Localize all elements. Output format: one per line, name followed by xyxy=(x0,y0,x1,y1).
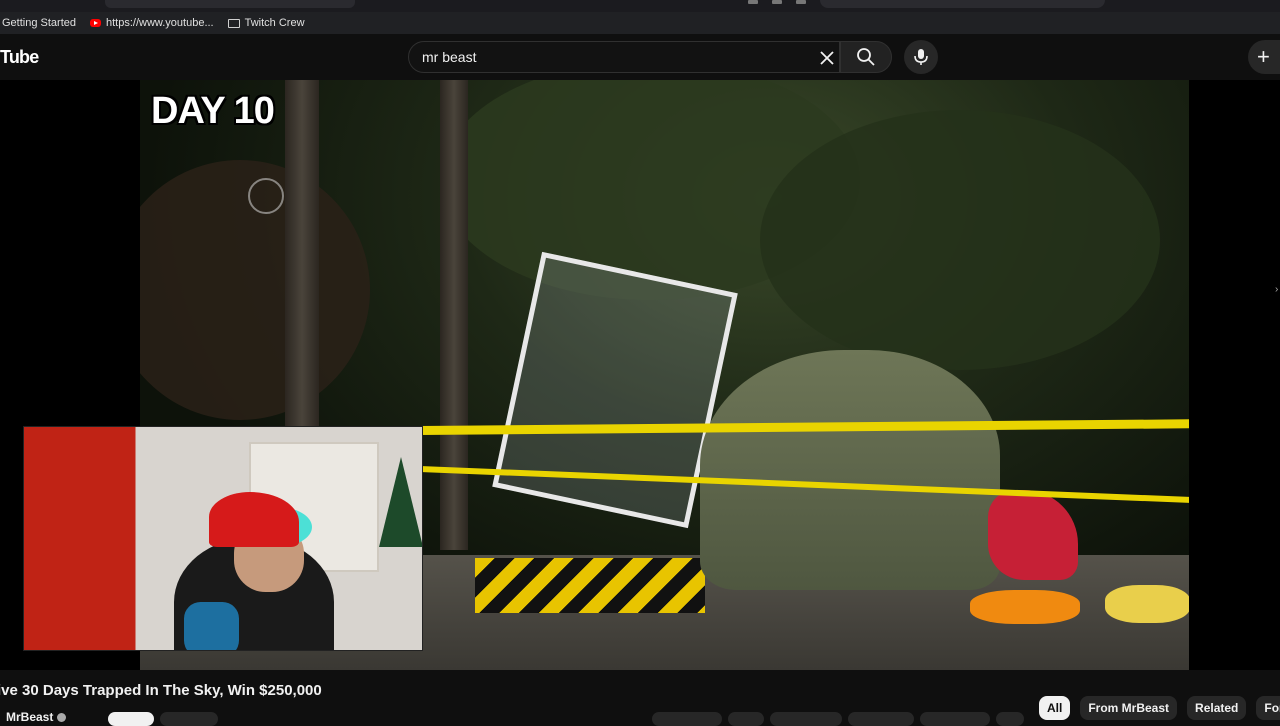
tent xyxy=(700,350,1000,590)
chip-for-you[interactable]: For yo xyxy=(1256,696,1280,720)
bookmark-label: Twitch Crew xyxy=(244,17,305,29)
orange-bag xyxy=(970,590,1080,624)
join-button[interactable] xyxy=(160,712,218,726)
browser-address-bar[interactable] xyxy=(820,0,1105,8)
youtube-header: Tube mr beast + xyxy=(0,34,1280,80)
bookmark-getting-started[interactable]: Getting Started xyxy=(2,17,76,29)
trees-foliage xyxy=(760,110,1160,370)
folder-icon xyxy=(227,18,240,28)
browser-tab-strip xyxy=(0,0,1280,12)
chip-from-mrbeast[interactable]: From MrBeast xyxy=(1080,696,1178,720)
bookmark-label: Getting Started xyxy=(2,17,76,29)
christmas-tree xyxy=(379,457,422,547)
browser-tab[interactable] xyxy=(105,0,355,8)
channel-row: MrBeast xyxy=(6,710,67,724)
more-actions-button[interactable] xyxy=(996,712,1024,726)
bookmark-twitch-crew[interactable]: Twitch Crew xyxy=(227,17,305,29)
download-button[interactable] xyxy=(848,712,914,726)
search-input[interactable]: mr beast xyxy=(408,41,840,73)
youtube-icon xyxy=(90,19,101,27)
close-icon xyxy=(820,51,834,65)
channel-name[interactable]: MrBeast xyxy=(6,710,53,724)
search-button[interactable] xyxy=(840,41,892,73)
clip-button[interactable] xyxy=(920,712,990,726)
red-sleeping-bag xyxy=(988,490,1078,580)
bookmark-youtube[interactable]: https://www.youtube... xyxy=(90,17,214,29)
yellow-pillow xyxy=(1105,585,1189,623)
extension-icon[interactable] xyxy=(796,0,806,4)
dislike-button[interactable] xyxy=(728,712,764,726)
day-overlay-text: DAY 10 xyxy=(151,90,275,132)
bookmarks-bar: Getting Started https://www.youtube... T… xyxy=(0,12,1280,34)
share-button[interactable] xyxy=(770,712,842,726)
extension-icon[interactable] xyxy=(772,0,782,4)
streamer-microphone xyxy=(184,602,239,650)
plus-icon: + xyxy=(1257,44,1270,69)
like-button[interactable] xyxy=(652,712,722,726)
chip-related[interactable]: Related xyxy=(1187,696,1247,720)
bookmark-label: https://www.youtube... xyxy=(106,17,214,29)
loading-ring-icon xyxy=(248,178,284,214)
search-input-value: mr beast xyxy=(422,49,477,65)
chip-all[interactable]: All xyxy=(1039,696,1071,720)
video-title: ive 30 Days Trapped In The Sky, Win $250… xyxy=(0,682,322,699)
tree-trunk xyxy=(440,80,468,550)
search-icon xyxy=(857,48,875,66)
create-button[interactable]: + xyxy=(1248,40,1280,74)
extension-icon[interactable] xyxy=(748,0,758,4)
chevron-right-icon[interactable]: › xyxy=(1275,284,1280,295)
webcam-overlay xyxy=(23,426,423,651)
verified-icon xyxy=(57,712,67,722)
recommendation-chips: All From MrBeast Related For yo xyxy=(1039,696,1280,720)
microphone-icon xyxy=(914,49,928,65)
subscribe-button[interactable] xyxy=(108,712,154,726)
youtube-logo[interactable]: Tube xyxy=(0,47,39,68)
hazard-base xyxy=(475,558,705,613)
video-player[interactable]: DAY 10 xyxy=(0,80,1280,670)
voice-search-button[interactable] xyxy=(904,40,938,74)
clear-search-button[interactable] xyxy=(815,46,839,70)
